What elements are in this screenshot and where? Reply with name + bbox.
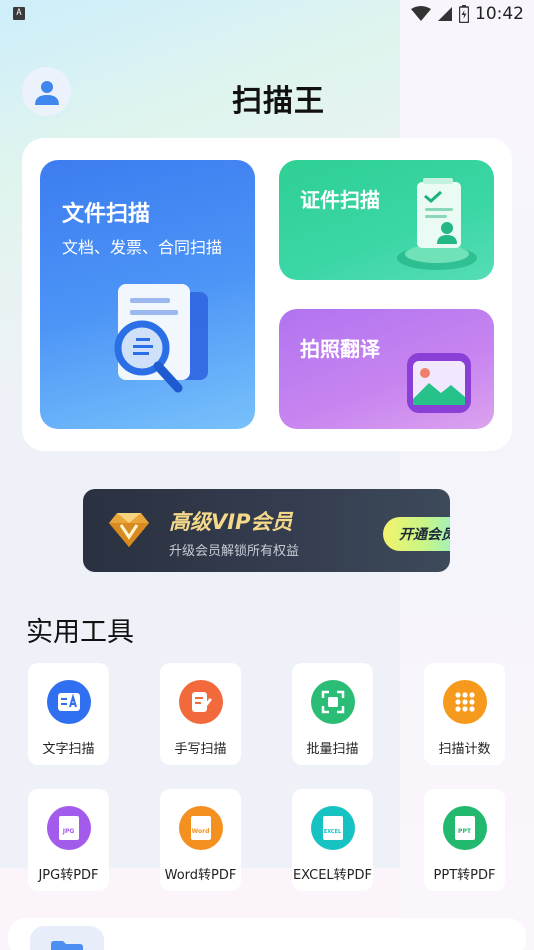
- tool-label: 手写扫描: [174, 742, 227, 757]
- user-icon: [34, 80, 59, 105]
- vip-title: 高级VIP会员: [169, 510, 293, 534]
- clock: 10:42: [475, 4, 524, 24]
- tool-handwriting-scan[interactable]: 手写扫描: [160, 663, 241, 765]
- battery-icon: [459, 5, 469, 23]
- id-scan-tile[interactable]: 证件扫描: [279, 160, 494, 280]
- folder-icon: [51, 941, 83, 950]
- ppt-file-icon: PPT: [442, 806, 487, 850]
- tool-label: PPT转PDF: [433, 868, 496, 883]
- folder-button[interactable]: [30, 926, 104, 950]
- avatar[interactable]: [22, 67, 71, 116]
- page-title: 扫描王: [232, 84, 325, 119]
- tool-word-to-pdf[interactable]: Word Word转PDF: [160, 789, 241, 891]
- tool-label: 批量扫描: [306, 742, 359, 757]
- tool-excel-to-pdf[interactable]: EXCEL EXCEL转PDF: [292, 789, 373, 891]
- excel-file-icon: EXCEL: [310, 806, 355, 850]
- wifi-icon: [411, 6, 431, 21]
- handwriting-icon: [178, 680, 223, 724]
- text-scan-icon: [46, 680, 91, 724]
- open-vip-button[interactable]: 开通会员: [383, 517, 450, 551]
- tool-label: EXCEL转PDF: [292, 868, 373, 883]
- doc-scan-tile[interactable]: 文件扫描 文档、发票、合同扫描: [40, 160, 255, 429]
- id-scan-title: 证件扫描: [300, 188, 380, 212]
- diamond-icon: [109, 513, 149, 547]
- tools-section-title: 实用工具: [26, 617, 134, 648]
- vip-subtitle: 升级会员解锁所有权益: [169, 544, 300, 559]
- doc-scan-title: 文件扫描: [62, 202, 151, 227]
- tool-label: 扫描计数: [438, 742, 491, 757]
- tool-text-scan[interactable]: 文字扫描: [28, 663, 109, 765]
- status-bar: A 10:42: [0, 0, 534, 28]
- grid-count-icon: [442, 680, 487, 724]
- tool-jpg-to-pdf[interactable]: JPG JPG转PDF: [28, 789, 109, 891]
- tool-ppt-to-pdf[interactable]: PPT PPT转PDF: [424, 789, 505, 891]
- id-card-icon: [397, 178, 477, 270]
- batch-scan-icon: [310, 680, 355, 724]
- word-file-icon: Word: [178, 806, 223, 850]
- tool-label: 文字扫描: [42, 742, 95, 757]
- document-search-icon: [114, 284, 208, 393]
- tool-label: Word转PDF: [164, 868, 237, 883]
- photo-translate-tile[interactable]: 拍照翻译: [279, 309, 494, 429]
- tool-label: JPG转PDF: [38, 868, 99, 883]
- image-icon: [407, 353, 471, 413]
- tool-scan-count[interactable]: 扫描计数: [424, 663, 505, 765]
- status-icons: 10:42: [411, 4, 524, 24]
- doc-scan-subtitle: 文档、发票、合同扫描: [62, 238, 223, 257]
- notification-indicator-icon: A: [13, 7, 25, 20]
- vip-banner[interactable]: 高级VIP会员 升级会员解锁所有权益 开通会员: [83, 489, 450, 572]
- signal-icon: [438, 7, 452, 21]
- jpg-file-icon: JPG: [46, 806, 91, 850]
- tool-batch-scan[interactable]: 批量扫描: [292, 663, 373, 765]
- photo-translate-title: 拍照翻译: [300, 337, 380, 361]
